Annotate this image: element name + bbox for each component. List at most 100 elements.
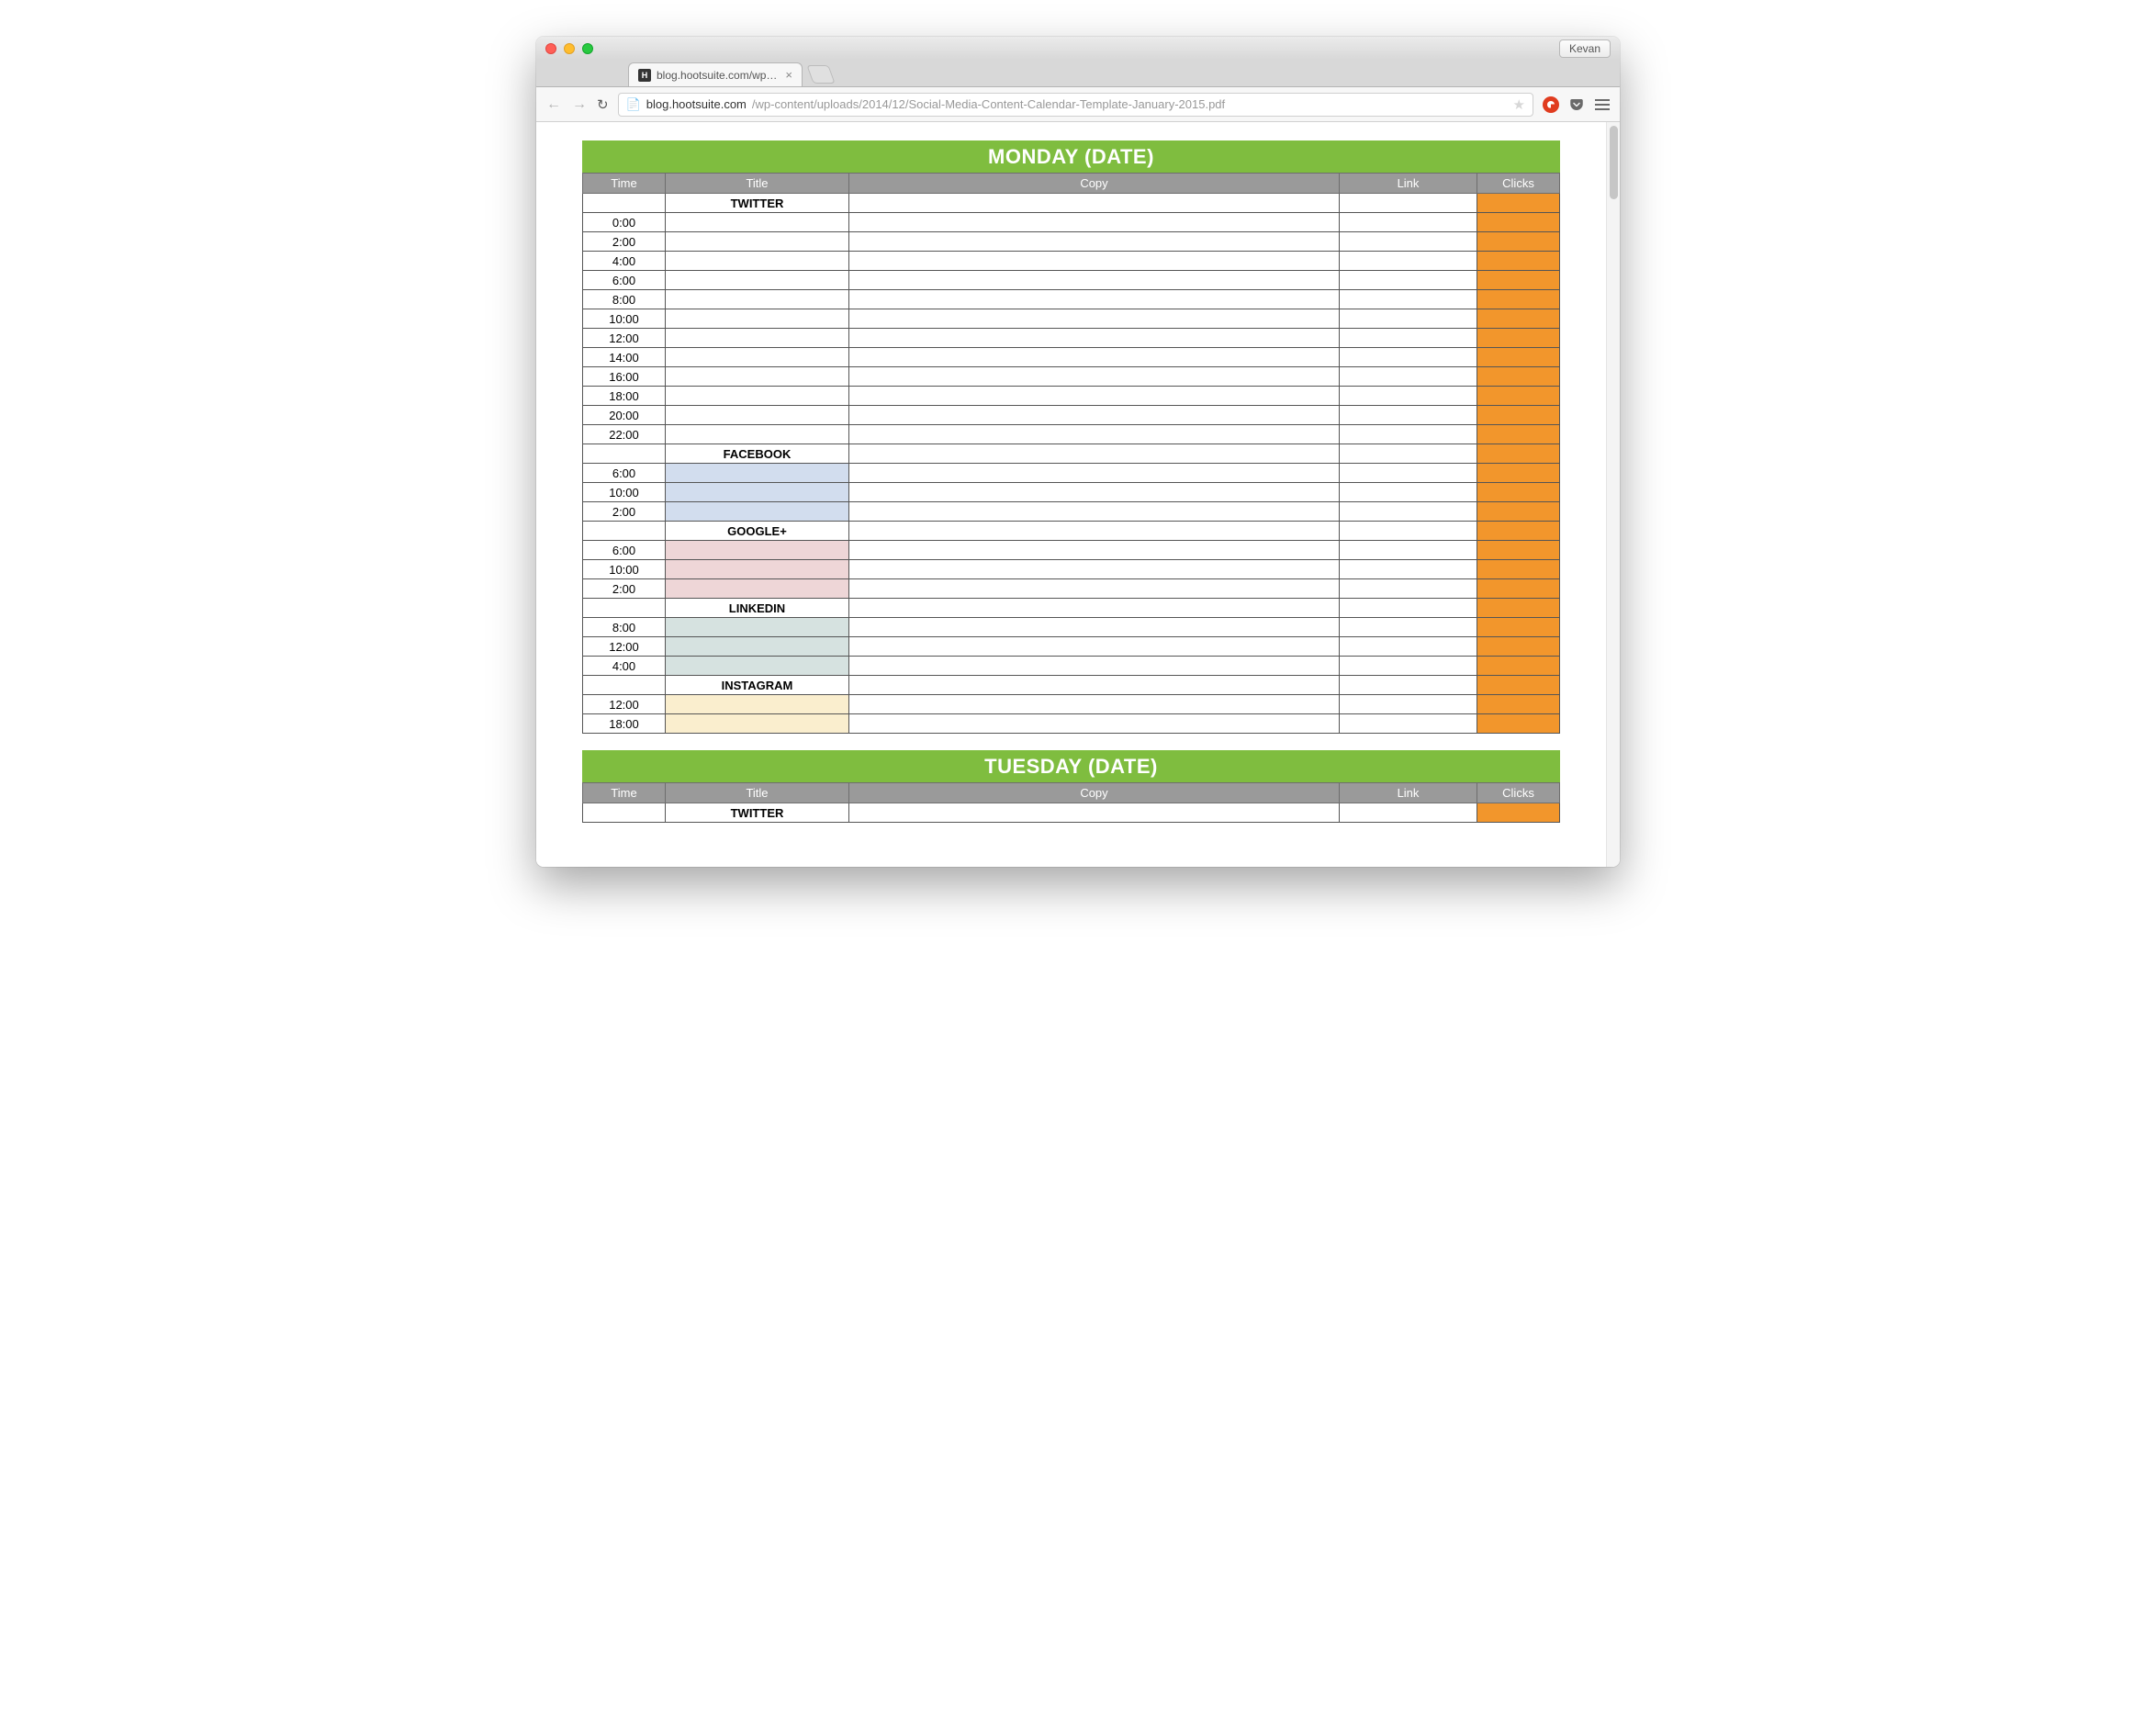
cell-time	[583, 803, 666, 823]
toolbar: ← → ↻ 📄 blog.hootsuite.com/wp-content/up…	[536, 87, 1620, 122]
cell-clicks	[1477, 599, 1560, 618]
cell-title	[666, 579, 849, 599]
cell-clicks	[1477, 618, 1560, 637]
cell-time: 12:00	[583, 329, 666, 348]
cell-title	[666, 309, 849, 329]
reload-button[interactable]: ↻	[597, 96, 609, 113]
cell-title	[666, 714, 849, 734]
time-row: 10:00	[583, 483, 1560, 502]
section-row: LINKEDIN	[583, 599, 1560, 618]
browser-tab[interactable]: H blog.hootsuite.com/wp-con ×	[628, 62, 803, 86]
cell-time: 16:00	[583, 367, 666, 387]
cell-time	[583, 599, 666, 618]
time-row: 2:00	[583, 502, 1560, 522]
cell-link	[1340, 502, 1477, 522]
window-fullscreen-button[interactable]	[582, 43, 593, 54]
cell-time	[583, 194, 666, 213]
cell-link	[1340, 803, 1477, 823]
time-row: 6:00	[583, 271, 1560, 290]
cell-link	[1340, 464, 1477, 483]
cell-clicks	[1477, 464, 1560, 483]
address-bar[interactable]: 📄 blog.hootsuite.com/wp-content/uploads/…	[618, 93, 1533, 117]
time-row: 12:00	[583, 695, 1560, 714]
scrollbar-thumb[interactable]	[1610, 126, 1618, 199]
menu-button[interactable]	[1594, 96, 1611, 113]
time-row: 18:00	[583, 387, 1560, 406]
cell-title	[666, 252, 849, 271]
cell-link	[1340, 541, 1477, 560]
cell-title	[666, 637, 849, 657]
cell-title	[666, 348, 849, 367]
cell-clicks	[1477, 803, 1560, 823]
pocket-icon[interactable]	[1568, 96, 1585, 113]
calendar-table: TimeTitleCopyLinkClicksTWITTER	[582, 782, 1560, 823]
column-header-title: Title	[666, 174, 849, 194]
cell-copy	[849, 714, 1340, 734]
cell-clicks	[1477, 579, 1560, 599]
time-row: 20:00	[583, 406, 1560, 425]
time-row: 8:00	[583, 290, 1560, 309]
cell-copy	[849, 213, 1340, 232]
cell-copy	[849, 464, 1340, 483]
cell-time: 12:00	[583, 695, 666, 714]
cell-title	[666, 387, 849, 406]
back-button[interactable]: ←	[545, 96, 562, 113]
cell-link	[1340, 637, 1477, 657]
section-row: TWITTER	[583, 194, 1560, 213]
cell-clicks	[1477, 271, 1560, 290]
cell-clicks	[1477, 309, 1560, 329]
cell-time: 2:00	[583, 232, 666, 252]
cell-clicks	[1477, 406, 1560, 425]
cell-clicks	[1477, 252, 1560, 271]
page-icon: 📄	[626, 97, 641, 112]
traffic-lights	[545, 43, 593, 54]
cell-link	[1340, 194, 1477, 213]
scrollbar-track[interactable]	[1606, 122, 1620, 867]
cell-link	[1340, 618, 1477, 637]
cell-title	[666, 695, 849, 714]
cell-link	[1340, 522, 1477, 541]
bookmark-star-icon[interactable]: ★	[1513, 96, 1525, 113]
cell-time: 8:00	[583, 290, 666, 309]
cell-time: 22:00	[583, 425, 666, 444]
window-close-button[interactable]	[545, 43, 556, 54]
cell-link	[1340, 271, 1477, 290]
column-header-copy: Copy	[849, 174, 1340, 194]
column-header-copy: Copy	[849, 783, 1340, 803]
cell-link	[1340, 406, 1477, 425]
cell-link	[1340, 657, 1477, 676]
new-tab-button[interactable]	[806, 65, 835, 84]
tab-title: blog.hootsuite.com/wp-con	[657, 69, 780, 82]
cell-link	[1340, 425, 1477, 444]
cell-copy	[849, 483, 1340, 502]
cell-time: 14:00	[583, 348, 666, 367]
tab-close-icon[interactable]: ×	[785, 69, 792, 81]
cell-copy	[849, 803, 1340, 823]
time-row: 2:00	[583, 232, 1560, 252]
cell-title	[666, 290, 849, 309]
cell-title	[666, 367, 849, 387]
ublock-icon[interactable]	[1543, 96, 1559, 113]
cell-link	[1340, 252, 1477, 271]
cell-copy	[849, 271, 1340, 290]
cell-clicks	[1477, 194, 1560, 213]
time-row: 2:00	[583, 579, 1560, 599]
cell-copy	[849, 348, 1340, 367]
profile-button[interactable]: Kevan	[1559, 39, 1611, 58]
section-label: TWITTER	[666, 803, 849, 823]
cell-title	[666, 232, 849, 252]
cell-title	[666, 541, 849, 560]
column-header-link: Link	[1340, 783, 1477, 803]
forward-button[interactable]: →	[571, 96, 588, 113]
cell-clicks	[1477, 367, 1560, 387]
cell-link	[1340, 599, 1477, 618]
cell-title	[666, 406, 849, 425]
window-minimize-button[interactable]	[564, 43, 575, 54]
cell-copy	[849, 290, 1340, 309]
cell-copy	[849, 406, 1340, 425]
section-row: TWITTER	[583, 803, 1560, 823]
cell-time	[583, 676, 666, 695]
cell-link	[1340, 444, 1477, 464]
cell-link	[1340, 714, 1477, 734]
cell-clicks	[1477, 329, 1560, 348]
